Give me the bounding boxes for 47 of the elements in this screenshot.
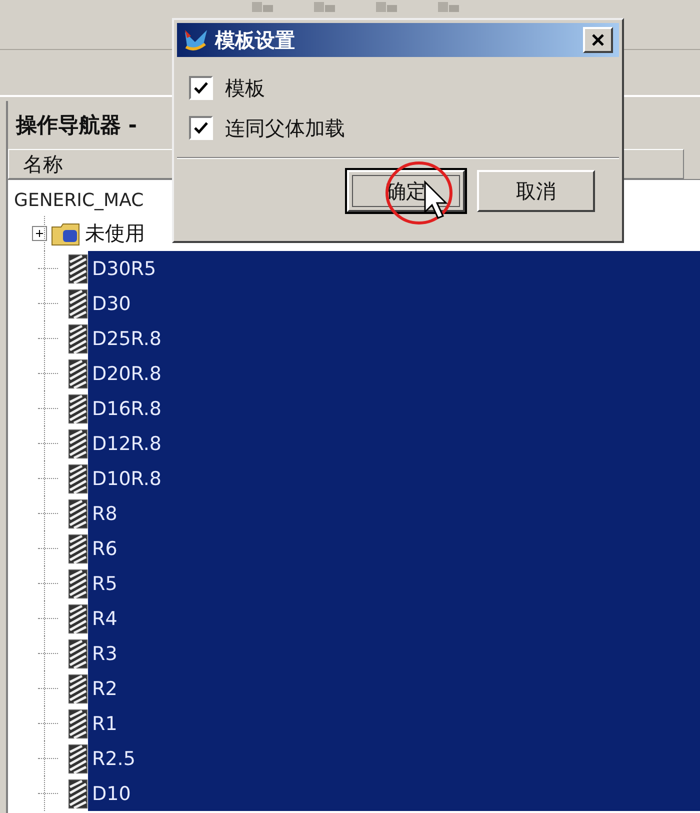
tree-item[interactable]: 未使用	[81, 220, 145, 247]
dialog-title: 模板设置	[215, 26, 296, 54]
tree-item[interactable]: D16R.8	[88, 391, 700, 426]
panel-title: 操作导航器 -	[16, 112, 138, 139]
end-mill-icon	[68, 498, 88, 528]
tree-item[interactable]: R6	[88, 531, 700, 566]
end-mill-icon	[68, 464, 88, 494]
end-mill-icon	[68, 568, 88, 598]
tree-item[interactable]: D12R.8	[88, 426, 700, 461]
checkbox[interactable]	[189, 76, 213, 100]
tree-item[interactable]: D10R.8	[88, 461, 700, 496]
tree-item[interactable]: R2.5	[88, 741, 700, 776]
tree-item[interactable]: R8	[88, 496, 700, 531]
checkbox-label: 连同父体加载	[225, 114, 345, 142]
end-mill-icon	[68, 638, 88, 668]
tree-item[interactable]: D30	[88, 286, 700, 321]
end-mill-icon	[68, 324, 88, 354]
tree-item[interactable]: D20R.8	[88, 356, 700, 391]
end-mill-icon	[68, 744, 88, 774]
tree-item[interactable]: R1	[88, 706, 700, 741]
end-mill-icon	[68, 604, 88, 634]
tree-item[interactable]: R4	[88, 601, 700, 636]
end-mill-icon	[68, 358, 88, 388]
check-icon	[194, 122, 208, 134]
check-icon	[194, 82, 208, 94]
tree-item[interactable]: R2	[88, 671, 700, 706]
end-mill-icon	[68, 534, 88, 564]
end-mill-icon	[68, 254, 88, 284]
checkbox[interactable]	[189, 116, 213, 140]
close-button[interactable]	[583, 27, 613, 53]
end-mill-icon	[68, 674, 88, 704]
tree-item[interactable]: D30R5	[88, 251, 700, 286]
end-mill-icon	[68, 394, 88, 424]
end-mill-icon	[68, 708, 88, 738]
folder-icon	[51, 222, 81, 246]
end-mill-icon	[68, 428, 88, 458]
tree-item[interactable]: R3	[88, 636, 700, 671]
tree-item[interactable]: R5	[88, 566, 700, 601]
end-mill-icon	[68, 288, 88, 318]
dialog-button[interactable]: 取消	[477, 170, 595, 212]
close-icon	[591, 34, 605, 46]
tree-item[interactable]: D25R.8	[88, 321, 700, 356]
expand-icon[interactable]	[32, 226, 47, 241]
app-logo-icon	[183, 28, 209, 52]
tree-item[interactable]: D10	[88, 776, 700, 811]
checkbox-label: 模板	[225, 74, 265, 102]
end-mill-icon	[68, 778, 88, 808]
